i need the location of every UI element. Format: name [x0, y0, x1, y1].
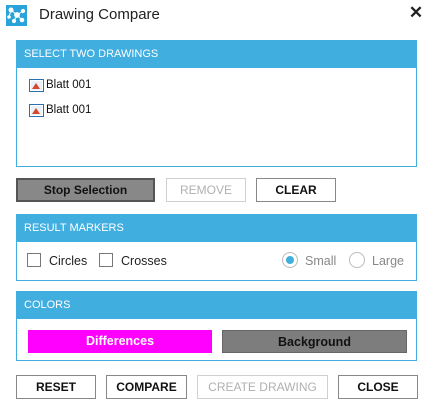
crosses-checkbox[interactable] — [99, 253, 113, 267]
result-markers-header: RESULT MARKERS — [17, 215, 416, 242]
drawing-item-label: Blatt 001 — [46, 104, 92, 116]
clear-button[interactable]: CLEAR — [256, 178, 336, 202]
title-bar: Drawing Compare ✕ — [0, 0, 433, 32]
differences-color-button[interactable]: Differences — [28, 330, 212, 353]
select-drawings-panel: SELECT TWO DRAWINGS Blatt 001 Blatt 001 — [16, 40, 417, 167]
crosses-label: Crosses — [121, 254, 167, 268]
small-label: Small — [305, 254, 337, 268]
remove-button[interactable]: REMOVE — [166, 178, 246, 202]
circles-label: Circles — [49, 254, 88, 268]
result-markers-panel: RESULT MARKERS — [16, 214, 417, 281]
radio-selected-dot — [286, 256, 294, 264]
drawing-sheet-icon — [29, 78, 44, 92]
small-radio[interactable] — [282, 252, 298, 268]
compare-button[interactable]: COMPARE — [106, 375, 187, 399]
network-nodes-icon — [6, 5, 27, 26]
close-button[interactable]: CLOSE — [338, 375, 418, 399]
stop-selection-button[interactable]: Stop Selection — [16, 178, 155, 202]
large-radio[interactable] — [349, 252, 365, 268]
reset-button[interactable]: RESET — [16, 375, 96, 399]
close-icon[interactable]: ✕ — [408, 4, 424, 22]
background-color-button[interactable]: Background — [222, 330, 407, 353]
drawing-list-item[interactable]: Blatt 001 — [29, 77, 91, 93]
create-drawing-button[interactable]: CREATE DRAWING — [197, 375, 328, 399]
drawing-item-label: Blatt 001 — [46, 79, 92, 91]
select-drawings-header: SELECT TWO DRAWINGS — [17, 41, 416, 68]
large-label: Large — [372, 254, 404, 268]
drawing-list-item[interactable]: Blatt 001 — [29, 102, 91, 118]
window-title: Drawing Compare — [39, 6, 160, 23]
circles-checkbox[interactable] — [27, 253, 41, 267]
colors-header: COLORS — [17, 292, 416, 319]
drawing-sheet-icon — [29, 103, 44, 117]
